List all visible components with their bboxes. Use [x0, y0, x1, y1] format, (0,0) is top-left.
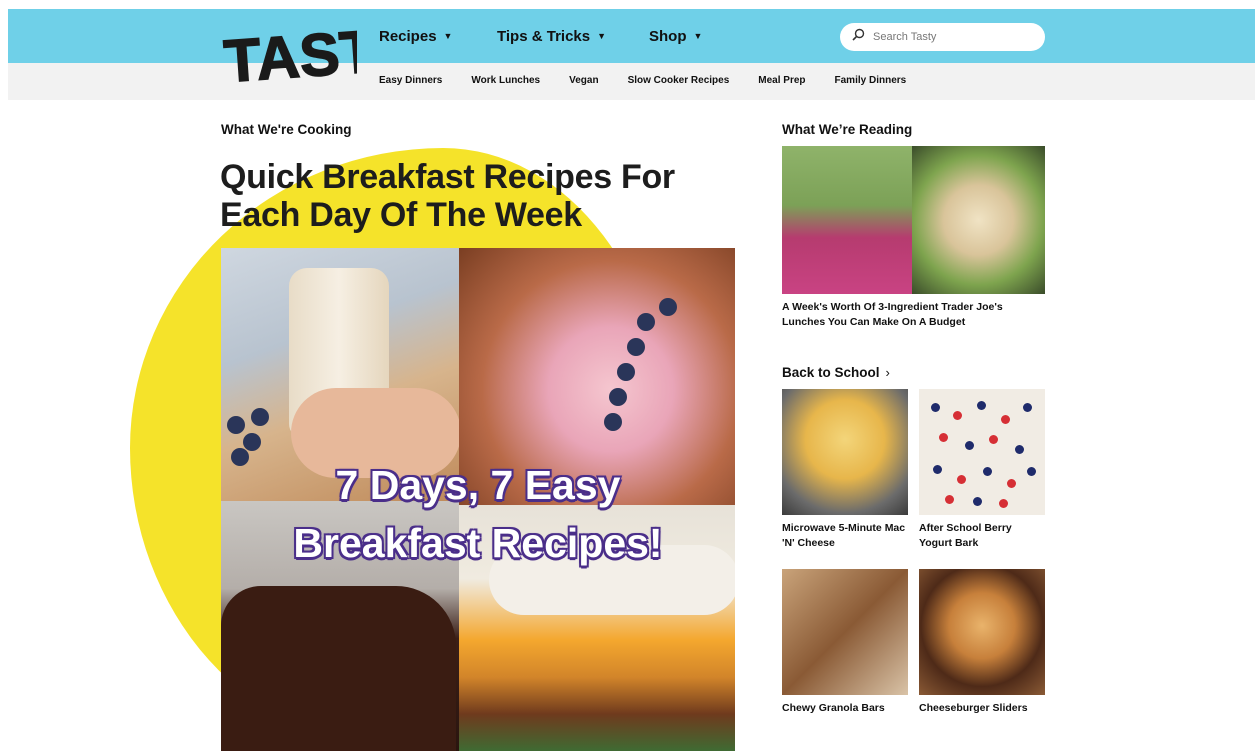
nav-recipes[interactable]: Recipes ▼ — [379, 28, 497, 45]
caret-down-icon: ▼ — [597, 31, 607, 41]
berry — [1007, 479, 1016, 488]
main-navigation: Recipes ▼ Tips & Tricks ▼ Shop ▼ — [379, 22, 702, 50]
svg-text:TASTY: TASTY — [222, 16, 357, 90]
nav-recipes-label: Recipes — [379, 27, 437, 45]
search-input[interactable] — [873, 31, 1033, 43]
caret-down-icon: ▼ — [443, 31, 453, 41]
berry — [945, 495, 954, 504]
berry — [1023, 403, 1032, 412]
blueberry — [617, 363, 635, 381]
search-box[interactable] — [840, 23, 1045, 51]
feature-image-caption-line1: 7 Days, 7 Easy — [335, 462, 621, 508]
blueberry — [227, 416, 245, 434]
berry — [933, 465, 942, 474]
berry-yogurt-bark-title[interactable]: After School Berry Yogurt Bark — [919, 521, 1047, 551]
reading-article-image[interactable] — [782, 146, 1045, 294]
blueberry — [637, 313, 655, 331]
cheeseburger-sliders-title[interactable]: Cheeseburger Sliders — [919, 701, 1047, 716]
chevron-right-icon: › — [885, 365, 890, 380]
muffin-shape — [221, 586, 456, 751]
subnav-family-dinners[interactable]: Family Dinners — [835, 75, 907, 86]
mac-n-cheese-title[interactable]: Microwave 5-Minute Mac 'N' Cheese — [782, 521, 910, 551]
sub-navigation: Easy Dinners Work Lunches Vegan Slow Coo… — [379, 75, 935, 86]
back-to-school-label: Back to School — [782, 365, 880, 380]
berry — [965, 441, 974, 450]
feature-image[interactable]: 7 Days, 7 Easy Breakfast Recipes! — [221, 248, 735, 751]
blueberry — [604, 413, 622, 431]
berry — [953, 411, 962, 420]
berry — [1001, 415, 1010, 424]
trader-joes-groceries-photo — [782, 146, 912, 294]
nav-shop-label: Shop — [649, 27, 687, 45]
back-to-school-link[interactable]: Back to School › — [782, 365, 890, 380]
tasty-logo[interactable]: TASTY — [221, 14, 419, 96]
subnav-easy-dinners[interactable]: Easy Dinners — [379, 75, 442, 86]
berry — [983, 467, 992, 476]
berry — [989, 435, 998, 444]
section-label-cooking: What We're Cooking — [221, 122, 352, 137]
nav-tips-and-tricks[interactable]: Tips & Tricks ▼ — [497, 28, 649, 45]
caret-down-icon: ▼ — [693, 31, 703, 41]
berry-yogurt-bark-image[interactable] — [919, 389, 1045, 515]
blueberry — [609, 388, 627, 406]
reading-article-title[interactable]: A Week's Worth Of 3-Ingredient Trader Jo… — [782, 300, 1047, 330]
search-icon — [852, 28, 865, 46]
feature-title[interactable]: Quick Breakfast Recipes For Each Day Of … — [220, 158, 750, 234]
nav-shop[interactable]: Shop ▼ — [649, 28, 702, 45]
berry — [1015, 445, 1024, 454]
granola-bars-title[interactable]: Chewy Granola Bars — [782, 701, 910, 716]
berry — [973, 497, 982, 506]
berry — [977, 401, 986, 410]
nav-tips-label: Tips & Tricks — [497, 27, 591, 45]
berry — [939, 433, 948, 442]
blueberry — [243, 433, 261, 451]
blueberry — [659, 298, 677, 316]
section-label-reading: What We’re Reading — [782, 122, 913, 137]
subnav-vegan[interactable]: Vegan — [569, 75, 598, 86]
subnav-meal-prep[interactable]: Meal Prep — [758, 75, 805, 86]
granola-bars-image[interactable] — [782, 569, 908, 695]
subnav-slow-cooker[interactable]: Slow Cooker Recipes — [628, 75, 730, 86]
subnav-work-lunches[interactable]: Work Lunches — [471, 75, 540, 86]
blueberry — [251, 408, 269, 426]
mac-n-cheese-image[interactable] — [782, 389, 908, 515]
feature-image-caption-line2: Breakfast Recipes! — [293, 520, 663, 566]
berry — [957, 475, 966, 484]
tortellini-salad-photo — [912, 146, 1045, 294]
berry — [999, 499, 1008, 508]
berry — [1027, 467, 1036, 476]
blueberry — [627, 338, 645, 356]
berry — [931, 403, 940, 412]
cheeseburger-sliders-image[interactable] — [919, 569, 1045, 695]
